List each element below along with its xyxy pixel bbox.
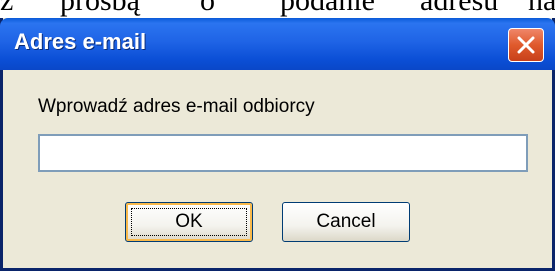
bg-word: z — [0, 0, 14, 17]
cancel-button[interactable]: Cancel — [282, 202, 410, 242]
bg-word: podanie — [280, 0, 375, 17]
focus-rect — [131, 208, 247, 236]
ok-button[interactable]: OK — [125, 202, 253, 242]
dialog-titlebar[interactable]: Adres e-mail — [0, 18, 555, 70]
bg-word: na — [528, 0, 555, 17]
close-x-icon — [517, 36, 535, 54]
background-document-text: z prośbą o podanie adresu na — [0, 0, 555, 18]
email-prompt-label: Wprowadź adres e-mail odbiorcy — [38, 96, 315, 117]
email-input[interactable] — [38, 134, 528, 172]
bg-word: o — [200, 0, 215, 17]
close-button[interactable] — [508, 28, 544, 62]
dialog-title: Adres e-mail — [14, 29, 147, 54]
cancel-button-label: Cancel — [316, 211, 376, 232]
bg-word: adresu — [420, 0, 499, 17]
bg-word: prośbą — [60, 0, 140, 17]
